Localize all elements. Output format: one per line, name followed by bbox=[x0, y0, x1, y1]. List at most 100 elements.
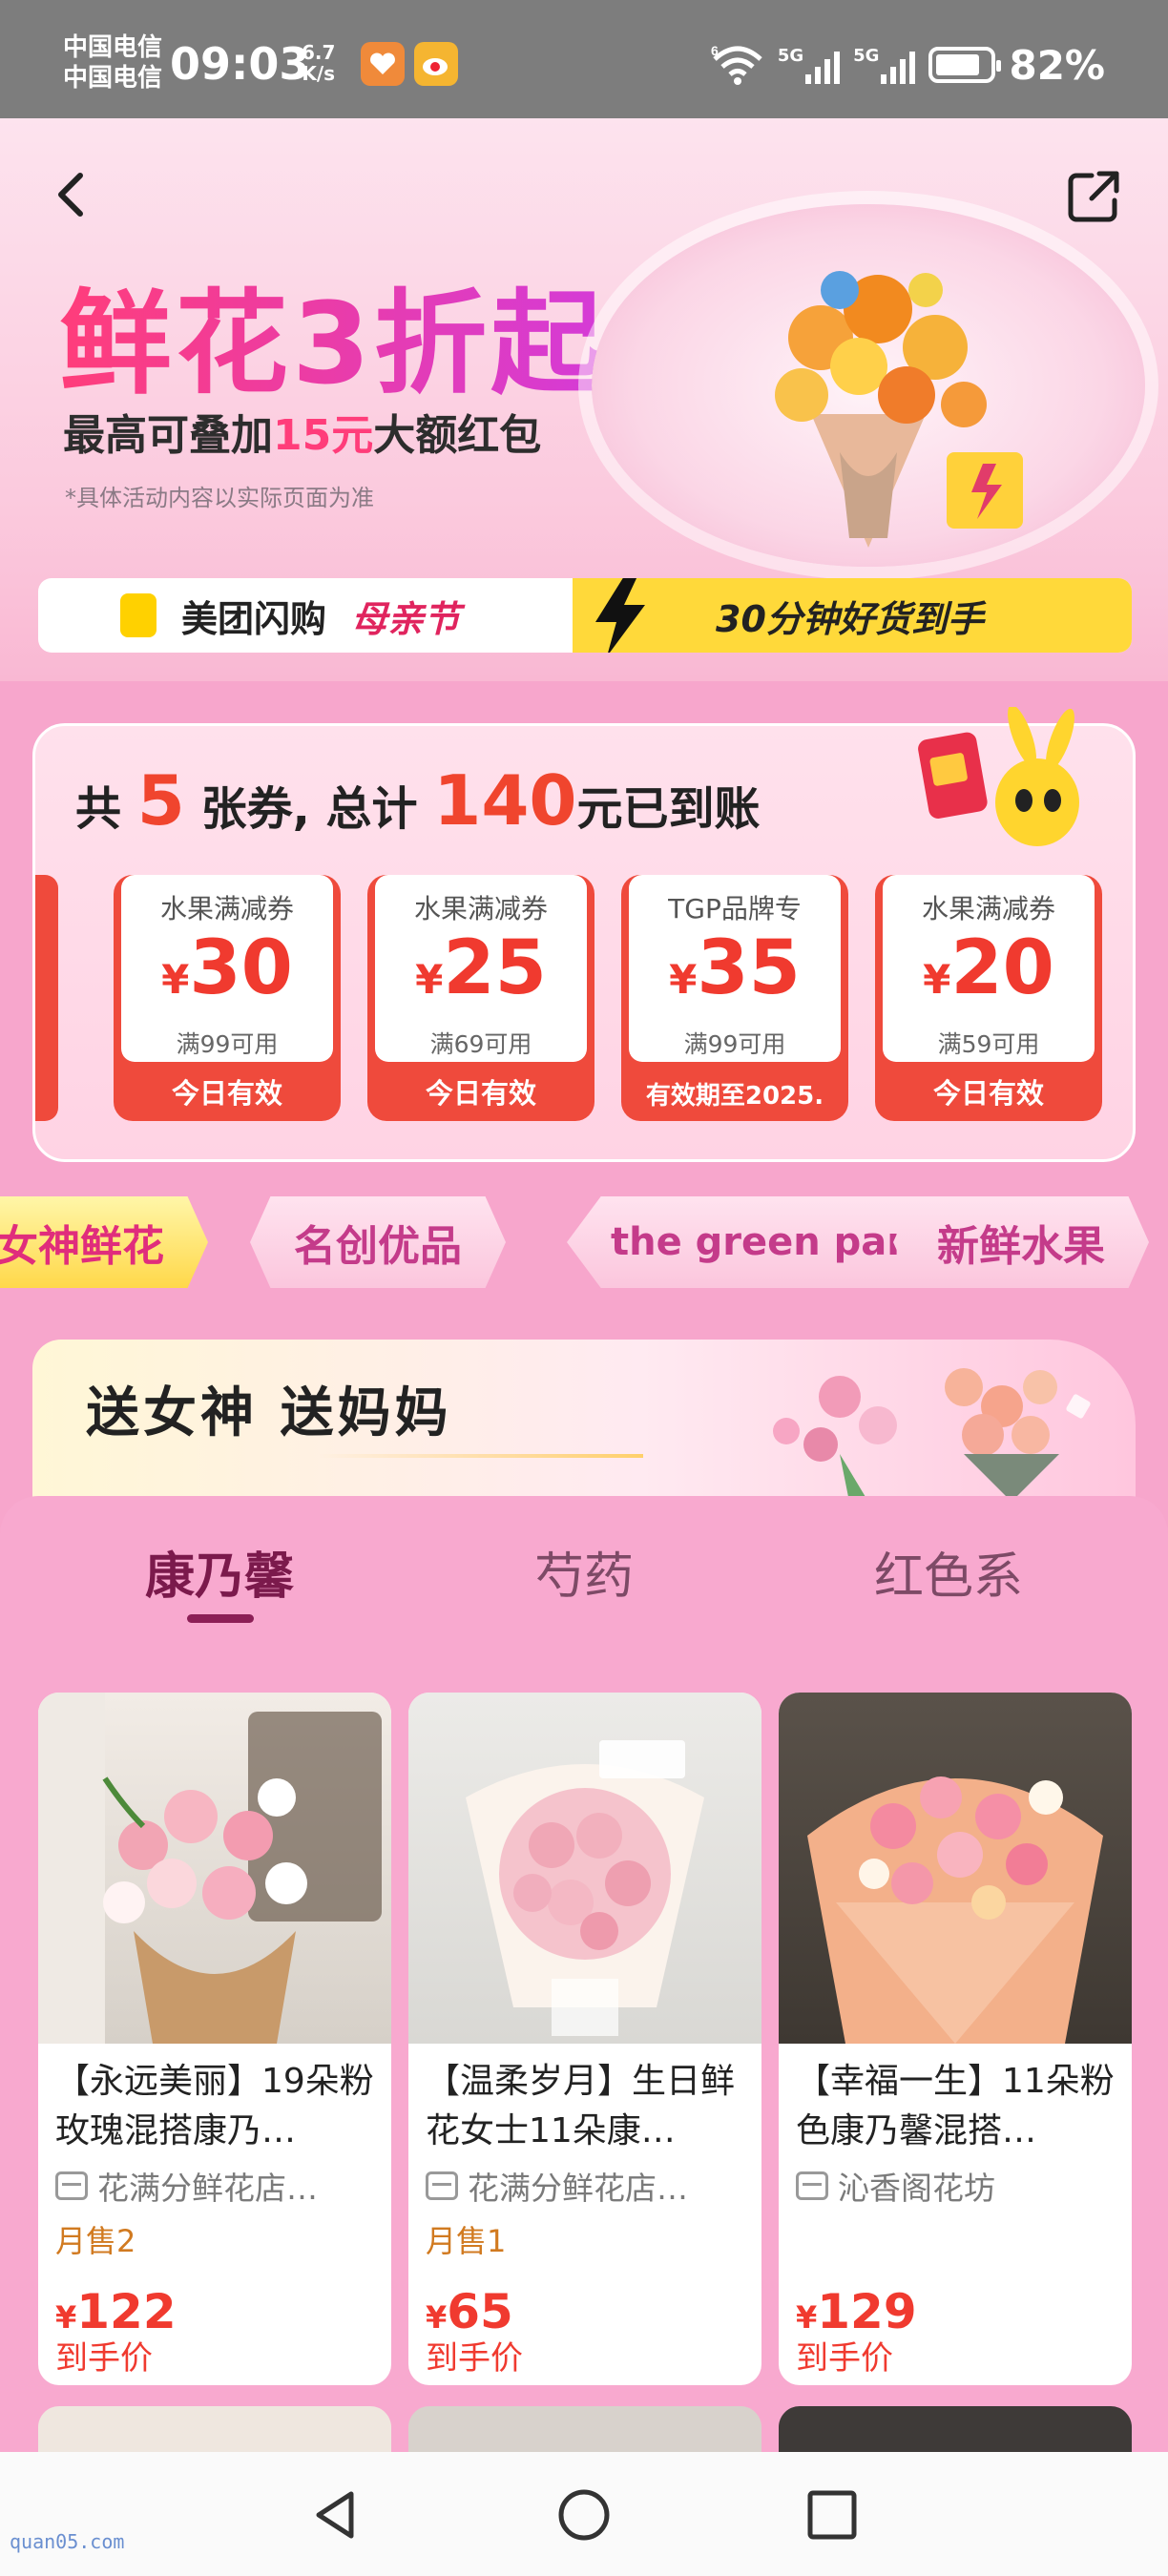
banner-note: *具体活动内容以实际页面为准 bbox=[65, 485, 374, 511]
coupon-item[interactable]: 水果满减券 ¥25 满69可用 今日有效 bbox=[367, 875, 594, 1121]
coupon-condition: 满99可用 bbox=[176, 1030, 279, 1058]
slogan-area: 30分钟好货到手 bbox=[573, 578, 1132, 653]
shop-icon bbox=[796, 2171, 828, 2200]
nav-back-icon[interactable] bbox=[309, 2488, 363, 2542]
meituan-brand: 美团闪购 母亲节 bbox=[38, 578, 573, 653]
product-title: 【永远美丽】19朵粉玫瑰混搭康乃… bbox=[55, 2062, 374, 2150]
coupon-item[interactable]: 水果满减券 ¥30 满99可用 今日有效 bbox=[114, 875, 341, 1121]
pill-goddess-flowers[interactable]: 女神鲜花 bbox=[0, 1196, 208, 1288]
banner-headline: 鲜花3折起 bbox=[59, 252, 607, 415]
product-image bbox=[779, 1693, 1132, 2044]
tab-peony[interactable]: 芍药 bbox=[441, 1536, 727, 1608]
coupon-condition: 满69可用 bbox=[429, 1030, 532, 1058]
product-card[interactable]: 【永远美丽】19朵粉玫瑰混搭康乃… 花满分鲜花店… 月售2 ¥122 到手价 bbox=[38, 1693, 391, 2385]
tab-indicator bbox=[187, 1614, 254, 1623]
signal-2: 5G bbox=[853, 46, 916, 84]
coupon-currency: ¥ bbox=[161, 956, 190, 1003]
slogan-text: 30分钟好货到手 bbox=[716, 597, 984, 640]
coupon-amount: ¥25 bbox=[375, 926, 587, 1022]
coupon-type: 水果满减券 bbox=[921, 893, 1055, 924]
subline-pre: 最高可叠加 bbox=[63, 411, 273, 460]
coupon-currency: ¥ bbox=[415, 956, 444, 1003]
product-shop: 花满分鲜花店… bbox=[38, 2158, 391, 2208]
share-icon[interactable] bbox=[1063, 166, 1124, 227]
coupon-count: 5 bbox=[136, 760, 185, 841]
carrier-2: 中国电信 bbox=[63, 64, 163, 93]
coupon-amount-value: 20 bbox=[950, 925, 1054, 1011]
banner-subline: 最高可叠加15元大额红包 bbox=[63, 401, 541, 462]
category-tabs: 康乃馨 芍药 红色系 bbox=[0, 1525, 1168, 1623]
pill-fresh-fruit[interactable]: 新鲜水果 bbox=[893, 1196, 1149, 1288]
price-currency: ¥ bbox=[796, 2299, 818, 2336]
product-card[interactable]: 【温柔岁月】生日鲜花女士11朵康… 花满分鲜花店… 月售1 ¥65 到手价 bbox=[408, 1693, 761, 2385]
coupon-condition: 满59可用 bbox=[937, 1030, 1040, 1058]
battery-icon bbox=[928, 47, 1002, 83]
coupon-body: TGP品牌专 ¥35 满99可用 bbox=[629, 875, 841, 1062]
product-sales bbox=[779, 2208, 1132, 2261]
event-label: 母亲节 bbox=[351, 597, 461, 640]
product-title: 【温柔岁月】生日鲜花女士11朵康… bbox=[426, 2062, 736, 2150]
nav-recents-icon[interactable] bbox=[805, 2488, 859, 2542]
coupon-amount: ¥20 bbox=[883, 926, 1095, 1022]
gift-section-title: 送女神 送妈妈 bbox=[86, 1382, 452, 1444]
battery-percent: 82% bbox=[1009, 41, 1105, 89]
product-card[interactable]: 【幸福一生】11朵粉色康乃馨混搭… 沁香阁花坊 ¥129 到手价 bbox=[779, 1693, 1132, 2385]
heart-app-icon bbox=[361, 42, 405, 86]
weibo-app-icon bbox=[414, 42, 458, 86]
coupon-summary: 共 5 张券, 总计 140元已到账 bbox=[75, 760, 761, 841]
coupon-type: TGP品牌专 bbox=[668, 893, 802, 924]
product-shop: 沁香阁花坊 bbox=[779, 2158, 1132, 2208]
nav-home-icon[interactable] bbox=[557, 2488, 611, 2542]
carrier-labels: 中国电信 中国电信 bbox=[63, 32, 162, 93]
coupon-total: 140 bbox=[433, 760, 577, 841]
coupon-type: 水果满减券 bbox=[159, 893, 294, 924]
product-image bbox=[38, 1693, 391, 2044]
subline-highlight: 15元 bbox=[273, 411, 374, 460]
coupon-item[interactable]: 水果满减券 ¥20 满59可用 今日有效 bbox=[875, 875, 1102, 1121]
back-icon[interactable] bbox=[44, 166, 101, 223]
price-label: 到手价 bbox=[796, 2339, 893, 2378]
bouquet-image bbox=[775, 271, 1023, 548]
coupon-currency: ¥ bbox=[923, 956, 951, 1003]
coupon-body: 水果满减券 ¥25 满69可用 bbox=[375, 875, 587, 1062]
flowers-image bbox=[773, 1368, 1091, 1502]
network-speed: 6.7 K/s bbox=[302, 42, 335, 84]
coupon-body: 水果满减券 ¥20 满59可用 bbox=[883, 875, 1095, 1062]
tab-red-series[interactable]: 红色系 bbox=[805, 1536, 1092, 1608]
price-label: 到手价 bbox=[426, 2339, 523, 2378]
shop-name: 花满分鲜花店… bbox=[468, 2170, 688, 2207]
speed-unit: K/s bbox=[302, 62, 336, 85]
clock: 09:03 bbox=[170, 38, 310, 90]
price-currency: ¥ bbox=[426, 2299, 448, 2336]
coupon-amount-value: 25 bbox=[443, 925, 547, 1011]
coupon-amount-value: 30 bbox=[189, 925, 293, 1011]
product-image bbox=[408, 1693, 761, 2044]
battery-fill bbox=[936, 54, 979, 75]
speed-value: 6.7 bbox=[302, 41, 336, 64]
shop-name: 花满分鲜花店… bbox=[97, 2170, 318, 2207]
tab-carnation[interactable]: 康乃馨 bbox=[76, 1536, 363, 1608]
wifi-icon: 6 bbox=[711, 44, 762, 85]
signal-bars-1-icon bbox=[805, 46, 841, 84]
coupon-amount: ¥35 bbox=[629, 926, 841, 1022]
product-sales: 月售1 bbox=[426, 2223, 507, 2259]
coupon-body: 水果满减券 ¥30 满99可用 bbox=[121, 875, 333, 1062]
status-bar: 中国电信 中国电信 09:03 6.7 K/s 6 5G 5G 82% bbox=[0, 0, 1168, 118]
pill-miniso[interactable]: 名创优品 bbox=[250, 1196, 506, 1288]
coupon-item[interactable]: TGP品牌专 ¥35 满99可用 有效期至2025. bbox=[621, 875, 848, 1121]
shop-icon bbox=[426, 2171, 458, 2200]
coupon-validity: 有效期至2025. bbox=[645, 1082, 824, 1111]
mascot-image bbox=[918, 707, 1079, 846]
subline-post: 大额红包 bbox=[373, 411, 542, 460]
signal-1: 5G bbox=[777, 46, 841, 84]
wifi-label: 6 bbox=[711, 44, 719, 58]
network-type-1: 5G bbox=[777, 46, 804, 66]
status-right: 6 5G 5G 82% bbox=[711, 41, 1105, 89]
gift-section-banner[interactable]: 送女神 送妈妈 bbox=[32, 1340, 1136, 1502]
meituan-strip[interactable]: 美团闪购 母亲节 30分钟好货到手 bbox=[38, 578, 1132, 653]
carrier-1: 中国电信 bbox=[63, 33, 163, 62]
product-shop: 花满分鲜花店… bbox=[408, 2158, 761, 2208]
promo-banner: 鲜花3折起 最高可叠加15元大额红包 *具体活动内容以实际页面为准 美团闪购 母… bbox=[0, 118, 1168, 681]
meituan-bag-icon bbox=[120, 593, 156, 637]
system-nav-bar bbox=[0, 2452, 1168, 2576]
